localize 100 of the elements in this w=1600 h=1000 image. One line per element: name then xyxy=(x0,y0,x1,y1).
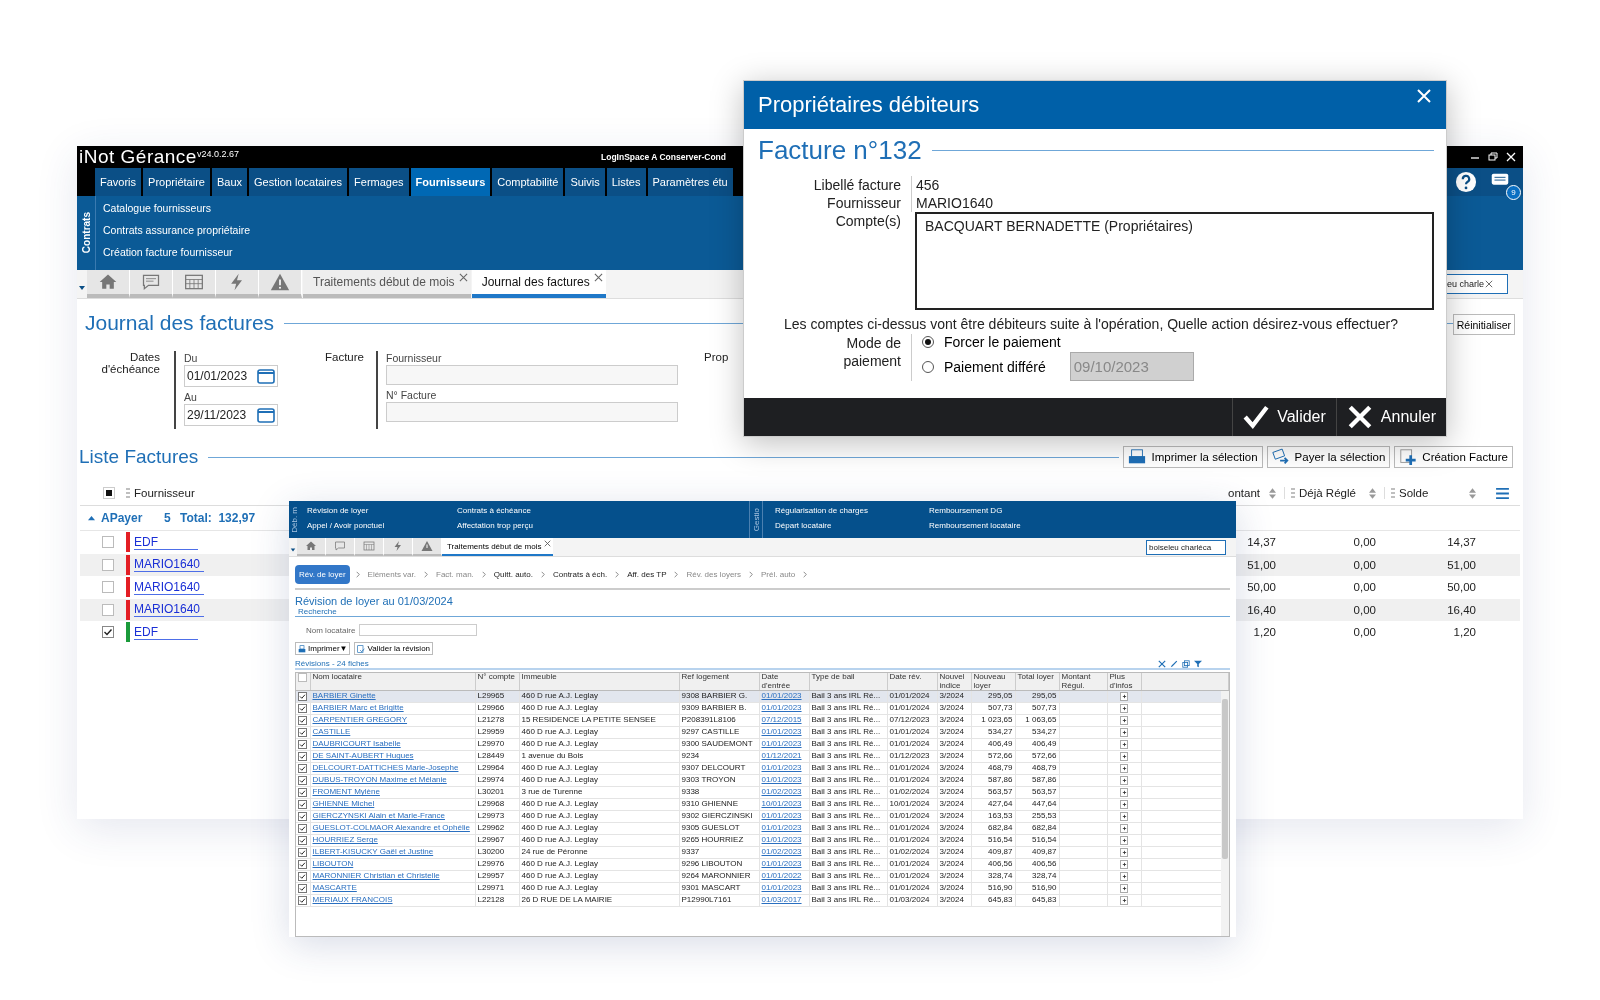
menu-tab[interactable]: Gestion locataires xyxy=(249,168,348,196)
toolbar-tab[interactable] xyxy=(216,270,259,298)
dialog-button[interactable]: Valider xyxy=(1232,398,1336,436)
more-info-button[interactable] xyxy=(1120,691,1128,701)
document-tab[interactable]: Traitements début de mois xyxy=(303,270,471,298)
table-link[interactable]: 01/01/2023 xyxy=(761,727,802,737)
tenant-name-field[interactable] xyxy=(359,624,478,636)
column-header[interactable]: Déjà Réglé xyxy=(1299,487,1356,499)
toolbar-tab[interactable] xyxy=(413,538,442,556)
supplier-link[interactable]: MARIO1640 xyxy=(134,579,205,595)
row-checkbox[interactable] xyxy=(298,727,307,737)
table-link[interactable]: CARPENTIER GREGORY xyxy=(312,715,408,725)
table-link[interactable]: 01/01/2023 xyxy=(761,835,802,845)
menu-tab[interactable]: Fermages xyxy=(349,168,409,196)
more-info-button[interactable] xyxy=(1120,871,1128,881)
table-link[interactable]: 01/01/2022 xyxy=(761,871,802,881)
toolbar-tab[interactable] xyxy=(297,538,326,556)
menu-tab[interactable]: Suivis xyxy=(565,168,605,196)
toolbar-button[interactable]: Imprimer▼ xyxy=(295,642,351,655)
table-link[interactable]: GHIENNE Michel xyxy=(312,799,375,809)
dialog-button[interactable]: Annuler xyxy=(1335,398,1446,436)
menu-tab[interactable]: Paramètres étu xyxy=(647,168,733,196)
row-checkbox[interactable] xyxy=(102,536,114,549)
row-checkbox[interactable] xyxy=(298,775,307,785)
menu-tab[interactable]: Listes xyxy=(606,168,646,196)
supplier-link[interactable]: EDF xyxy=(134,624,198,640)
step-tab[interactable]: Contrats à éch. xyxy=(550,569,610,579)
more-info-button[interactable] xyxy=(1120,703,1128,713)
menu-link[interactable]: Contrats à échéance xyxy=(457,506,749,516)
row-checkbox[interactable] xyxy=(298,883,307,893)
row-checkbox[interactable] xyxy=(298,859,307,869)
menu-tab[interactable]: Propriétaire xyxy=(143,168,210,196)
table-link[interactable]: MERIAUX FRANCOIS xyxy=(312,895,393,905)
menu-link[interactable]: Affectation trop perçu xyxy=(457,521,749,531)
row-checkbox[interactable] xyxy=(298,895,307,905)
row-checkbox[interactable] xyxy=(298,691,307,701)
more-info-button[interactable] xyxy=(1120,799,1128,809)
row-checkbox[interactable] xyxy=(298,715,307,725)
submenu-link[interactable]: Création facture fournisseur xyxy=(103,244,251,260)
reset-button[interactable]: Réinitialiser xyxy=(1452,314,1515,335)
menu-link[interactable]: Révision de loyer xyxy=(307,506,449,516)
table-link[interactable]: CASTILLE xyxy=(312,727,351,737)
row-checkbox[interactable] xyxy=(298,835,307,845)
table-link[interactable]: DE SAINT-AUBERT Hugues xyxy=(312,751,414,761)
table-link[interactable]: 10/01/2023 xyxy=(761,799,802,809)
clear-icon[interactable] xyxy=(1485,280,1494,288)
step-tab[interactable]: Rév. des loyers xyxy=(684,569,744,579)
menu-link[interactable]: Départ locataire xyxy=(775,521,921,531)
more-info-button[interactable] xyxy=(1120,739,1128,749)
window-icon[interactable] xyxy=(1182,659,1190,668)
radio-option[interactable]: Paiement différé xyxy=(922,358,1046,375)
more-info-button[interactable] xyxy=(1120,883,1128,893)
table-link[interactable]: 01/02/2023 xyxy=(761,847,802,857)
table-link[interactable]: DAUBRICOURT Isabelle xyxy=(312,739,401,749)
menu-tab[interactable]: Favoris xyxy=(95,168,142,196)
supplier-link[interactable]: MARIO1640 xyxy=(134,602,205,618)
table-link[interactable]: 01/01/2023 xyxy=(761,775,802,785)
table-link[interactable]: MASCARTE xyxy=(312,883,357,893)
sort-icon[interactable] xyxy=(1469,487,1476,499)
supplier-link[interactable]: MARIO1640 xyxy=(134,557,205,573)
table-link[interactable]: GUESLOT-COLMAOR Alexandre et Ophélie xyxy=(312,823,470,833)
supplier-field[interactable] xyxy=(386,365,678,385)
column-header[interactable]: Nom locataire xyxy=(310,673,475,691)
column-header[interactable]: Fournisseur xyxy=(134,487,195,499)
step-tab[interactable]: Rév. de loyer xyxy=(295,564,350,584)
row-checkbox[interactable] xyxy=(102,581,114,594)
table-link[interactable]: 01/02/2023 xyxy=(761,787,802,797)
more-info-button[interactable] xyxy=(1120,811,1128,821)
step-tab[interactable]: Aff. des TP xyxy=(625,569,669,579)
table-link[interactable]: 01/01/2023 xyxy=(761,811,802,821)
document-tab[interactable]: Traitements début de mois xyxy=(442,538,554,556)
sort-icon[interactable] xyxy=(1369,487,1376,499)
more-info-button[interactable] xyxy=(1120,847,1128,857)
toolbar-button[interactable]: Valider la révision xyxy=(354,642,434,655)
column-header[interactable]: Solde xyxy=(1399,487,1429,499)
drag-handle-icon[interactable] xyxy=(1291,488,1295,498)
filter-icon[interactable] xyxy=(1194,659,1202,668)
calendar-icon[interactable] xyxy=(257,407,275,423)
more-info-button[interactable] xyxy=(1120,715,1128,725)
column-header[interactable]: Date rév. xyxy=(887,673,937,691)
menu-tab[interactable]: Fournisseurs xyxy=(410,168,491,196)
row-checkbox[interactable] xyxy=(298,751,307,761)
menu-tab[interactable]: Comptabilité xyxy=(492,168,564,196)
step-tab[interactable]: Prél. auto xyxy=(759,569,798,579)
submenu-link[interactable]: Contrats assurance propriétaire xyxy=(103,222,251,238)
more-info-button[interactable] xyxy=(1120,823,1128,833)
row-checkbox[interactable] xyxy=(102,558,114,571)
table-link[interactable]: 01/12/2021 xyxy=(761,751,802,761)
action-button[interactable]: Payer la sélection xyxy=(1266,446,1391,468)
column-header[interactable]: Nouveau loyer xyxy=(971,673,1015,691)
table-link[interactable]: 01/01/2023 xyxy=(761,703,802,713)
dropdown-icon[interactable] xyxy=(78,284,86,292)
date-field[interactable]: 29/11/2023 xyxy=(184,404,278,426)
column-header[interactable]: Date d'entrée xyxy=(759,673,809,691)
row-checkbox[interactable] xyxy=(298,787,307,797)
search-field[interactable]: eu charle xyxy=(1444,274,1508,294)
more-info-button[interactable] xyxy=(1120,895,1128,905)
column-header[interactable]: Immeuble xyxy=(519,673,679,691)
radio-option[interactable]: Forcer le paiement xyxy=(922,334,1061,350)
more-info-button[interactable] xyxy=(1120,775,1128,785)
